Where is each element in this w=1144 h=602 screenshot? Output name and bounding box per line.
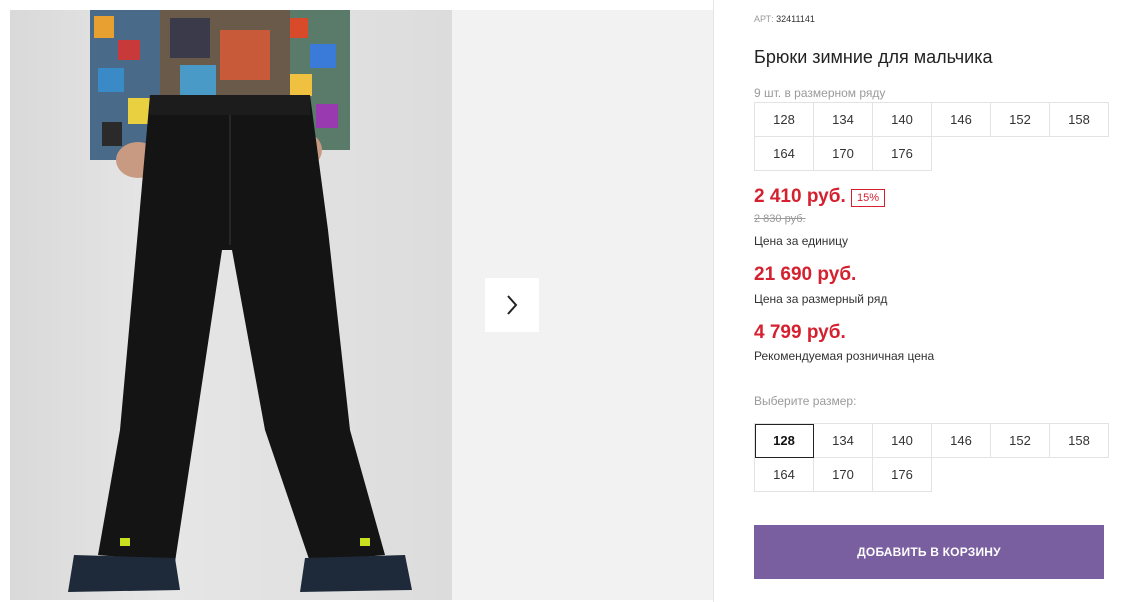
size-selector: 128 134 140 146 152 158 164 170 176 — [754, 423, 1109, 492]
retail-price-caption: Рекомендуемая розничная цена — [754, 349, 935, 363]
article-line: АРТ: 32411141 — [754, 14, 815, 24]
retail-price: 4 799 руб. — [754, 322, 846, 343]
pack-size-cell: 176 — [873, 137, 932, 171]
article-label: АРТ: — [754, 14, 774, 24]
product-title: Брюки зимние для мальчика — [754, 47, 993, 67]
pack-size-cell: 134 — [814, 103, 873, 137]
pack-size-cell: 146 — [932, 103, 991, 137]
size-option-146[interactable]: 146 — [932, 424, 991, 458]
size-option-152[interactable]: 152 — [991, 424, 1050, 458]
discount-badge: 15% — [851, 189, 886, 207]
size-option-140[interactable]: 140 — [873, 424, 932, 458]
pack-size-grid: 128 134 140 146 152 158 164 170 176 — [754, 102, 1109, 171]
product-photo — [10, 10, 452, 600]
article-number: 32411141 — [776, 14, 815, 24]
panel-divider — [713, 0, 714, 602]
pack-size-cell: 128 — [755, 103, 814, 137]
product-photo-illustration — [68, 10, 412, 592]
pack-size-cell: 158 — [1050, 103, 1109, 137]
pack-price: 21 690 руб. — [754, 264, 857, 285]
product-gallery — [10, 10, 714, 600]
pack-size-cell: 164 — [755, 137, 814, 171]
add-to-cart-button[interactable]: ДОБАВИТЬ В КОРЗИНУ — [754, 525, 1104, 579]
gallery-next-button[interactable] — [485, 278, 539, 332]
size-option-128[interactable]: 128 — [755, 424, 814, 458]
size-option-176[interactable]: 176 — [873, 458, 932, 492]
unit-price-caption: Цена за единицу — [754, 234, 849, 248]
pack-note: 9 шт. в размерном ряду — [754, 86, 886, 100]
size-selector-label: Выберите размер: — [754, 394, 857, 408]
chevron-right-icon — [507, 295, 518, 315]
size-option-170[interactable]: 170 — [814, 458, 873, 492]
size-option-158[interactable]: 158 — [1050, 424, 1109, 458]
pack-size-cell: 170 — [814, 137, 873, 171]
size-option-164[interactable]: 164 — [755, 458, 814, 492]
pack-price-caption: Цена за размерный ряд — [754, 292, 888, 306]
pack-size-cell: 152 — [991, 103, 1050, 137]
size-option-134[interactable]: 134 — [814, 424, 873, 458]
unit-price: 2 410 руб. — [754, 186, 846, 207]
pack-size-cell: 140 — [873, 103, 932, 137]
old-price: 2 830 руб. — [754, 213, 806, 225]
